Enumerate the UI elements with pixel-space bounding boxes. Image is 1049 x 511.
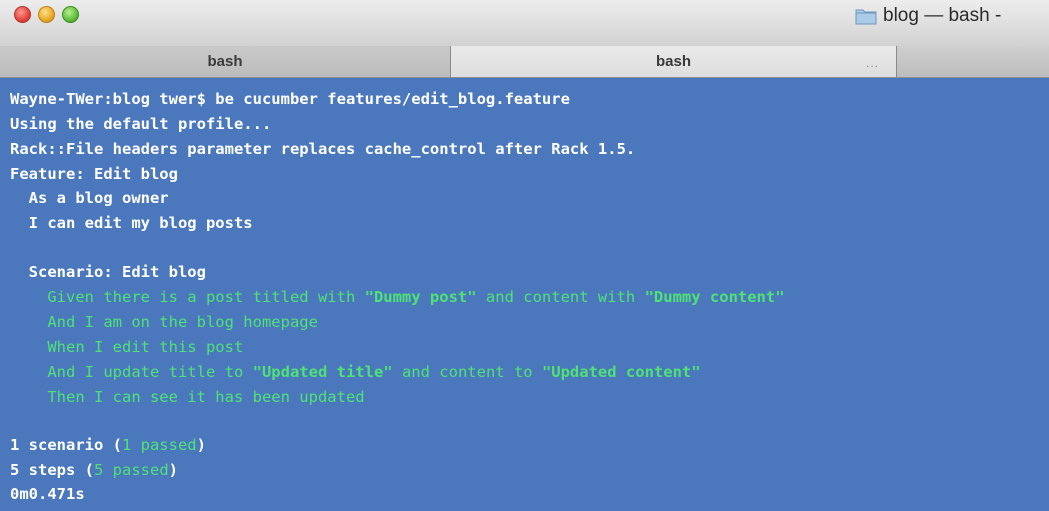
elapsed-time: 0m0.471s: [10, 485, 85, 503]
summary-text: ): [168, 461, 178, 479]
summary-text: 5 steps (: [10, 461, 94, 479]
step-text: and content with: [476, 288, 645, 306]
step-arg: "Updated title": [252, 363, 393, 381]
step-line: And I am on the blog homepage: [10, 313, 318, 331]
step-arg: "Updated content": [541, 363, 701, 381]
step-line: And I update title to "Updated title" an…: [10, 360, 701, 384]
tab-bash-2[interactable]: bash: [451, 46, 897, 77]
step-arg: "Dummy post": [364, 288, 477, 306]
terminal-line: Wayne-TWer:blog twer$ be cucumber featur…: [10, 90, 570, 108]
scenario-line: Scenario: Edit blog: [10, 263, 206, 281]
summary-text: ): [196, 436, 206, 454]
step-text: Given there is a post titled with: [10, 288, 365, 306]
window-title: blog — bash -: [883, 5, 1002, 26]
zoom-button[interactable]: [62, 6, 79, 23]
minimize-button[interactable]: [38, 6, 55, 23]
title-bar: blog — bash -: [0, 0, 1049, 47]
summary-scenarios: 1 scenario (1 passed): [10, 433, 206, 457]
terminal-line: As a blog owner: [10, 189, 169, 207]
terminal-window: blog — bash - bash bash ... Wayne-TWer:b…: [0, 0, 1049, 511]
step-text: and content to: [392, 363, 542, 381]
tab-bash-1[interactable]: bash: [0, 46, 451, 77]
tab-bar: bash bash ...: [0, 46, 1049, 78]
passed-count: 5 passed: [94, 461, 169, 479]
step-line: When I edit this post: [10, 338, 244, 356]
step-line: Then I can see it has been updated: [10, 388, 365, 406]
terminal-line: I can edit my blog posts: [10, 214, 253, 232]
summary-steps: 5 steps (5 passed): [10, 458, 178, 482]
terminal-line: Rack::File headers parameter replaces ca…: [10, 140, 636, 158]
tab-overflow-indicator[interactable]: ...: [866, 56, 879, 70]
summary-text: 1 scenario (: [10, 436, 122, 454]
step-arg: "Dummy content": [644, 288, 785, 306]
terminal-line: Feature: Edit blog: [10, 165, 178, 183]
terminal-line: Using the default profile...: [10, 115, 272, 133]
passed-count: 1 passed: [121, 436, 197, 454]
close-button[interactable]: [14, 6, 31, 23]
folder-icon: [855, 7, 877, 25]
step-line: Given there is a post titled with "Dummy…: [10, 285, 785, 309]
step-text: And I update title to: [10, 363, 253, 381]
terminal-output[interactable]: Wayne-TWer:blog twer$ be cucumber featur…: [0, 78, 1049, 511]
window-title-group: blog — bash -: [855, 3, 1001, 29]
